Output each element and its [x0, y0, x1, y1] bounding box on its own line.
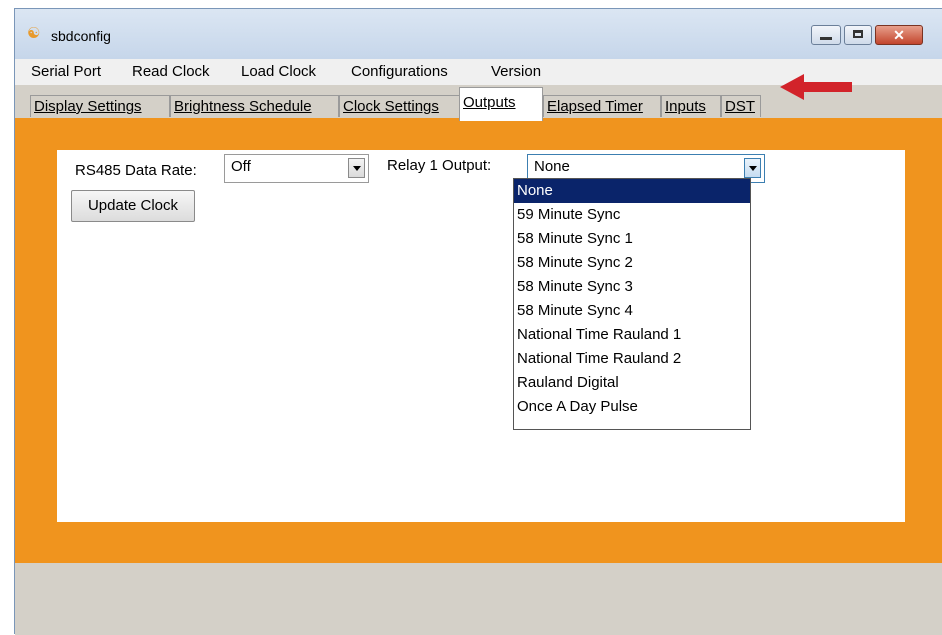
- option-none[interactable]: None: [514, 179, 750, 203]
- maximize-button[interactable]: [844, 25, 872, 45]
- option-58-minute-sync-1[interactable]: 58 Minute Sync 1: [514, 227, 750, 251]
- option-58-minute-sync-2[interactable]: 58 Minute Sync 2: [514, 251, 750, 275]
- menu-load-clock[interactable]: Load Clock: [241, 63, 316, 80]
- relay-1-output-label: Relay 1 Output:: [387, 157, 492, 174]
- tab-outputs[interactable]: Outputs: [459, 87, 543, 121]
- tab-brightness-schedule[interactable]: Brightness Schedule: [170, 95, 339, 117]
- window-title: sbdconfig: [51, 28, 111, 44]
- tab-clock-settings[interactable]: Clock Settings: [339, 95, 460, 117]
- option-national-time-rauland-1[interactable]: National Time Rauland 1: [514, 323, 750, 347]
- option-rauland-digital[interactable]: Rauland Digital: [514, 371, 750, 395]
- close-icon: ✕: [893, 27, 905, 43]
- minimize-icon: [820, 37, 832, 40]
- maximize-icon: [853, 30, 863, 38]
- rs485-dropdown-button[interactable]: [348, 158, 365, 178]
- app-icon: ☯: [27, 25, 41, 42]
- annotation-arrow-icon: [780, 74, 852, 100]
- outputs-panel: RS485 Data Rate: Off Relay 1 Output: Non…: [57, 150, 905, 522]
- rs485-value: Off: [231, 158, 251, 175]
- option-58-minute-sync-3[interactable]: 58 Minute Sync 3: [514, 275, 750, 299]
- option-once-a-day-pulse[interactable]: Once A Day Pulse: [514, 395, 750, 419]
- relay-1-output-value: None: [534, 158, 570, 175]
- status-area: [15, 563, 942, 635]
- menu-serial-port[interactable]: Serial Port: [31, 63, 101, 80]
- minimize-button[interactable]: [811, 25, 841, 45]
- rs485-label: RS485 Data Rate:: [75, 162, 197, 179]
- update-clock-button[interactable]: Update Clock: [71, 190, 195, 222]
- tab-elapsed-timer[interactable]: Elapsed Timer: [543, 95, 661, 117]
- tab-inputs[interactable]: Inputs: [661, 95, 721, 117]
- menu-configurations[interactable]: Configurations: [351, 63, 448, 80]
- option-59-minute-sync[interactable]: 59 Minute Sync: [514, 203, 750, 227]
- menu-read-clock[interactable]: Read Clock: [132, 63, 210, 80]
- option-58-minute-sync-4[interactable]: 58 Minute Sync 4: [514, 299, 750, 323]
- menu-version[interactable]: Version: [491, 63, 541, 80]
- tab-dst[interactable]: DST: [721, 95, 761, 117]
- rs485-data-rate-select[interactable]: Off: [224, 154, 369, 183]
- tab-content-area: RS485 Data Rate: Off Relay 1 Output: Non…: [15, 118, 942, 563]
- relay-options-list[interactable]: None 59 Minute Sync 58 Minute Sync 1 58 …: [513, 178, 751, 430]
- title-bar[interactable]: ☯ sbdconfig ✕: [15, 9, 942, 59]
- chevron-down-icon: [749, 166, 757, 171]
- tab-display-settings[interactable]: Display Settings: [30, 95, 170, 117]
- close-button[interactable]: ✕: [875, 25, 923, 45]
- relay-dropdown-button[interactable]: [744, 158, 761, 178]
- option-national-time-rauland-2[interactable]: National Time Rauland 2: [514, 347, 750, 371]
- chevron-down-icon: [353, 166, 361, 171]
